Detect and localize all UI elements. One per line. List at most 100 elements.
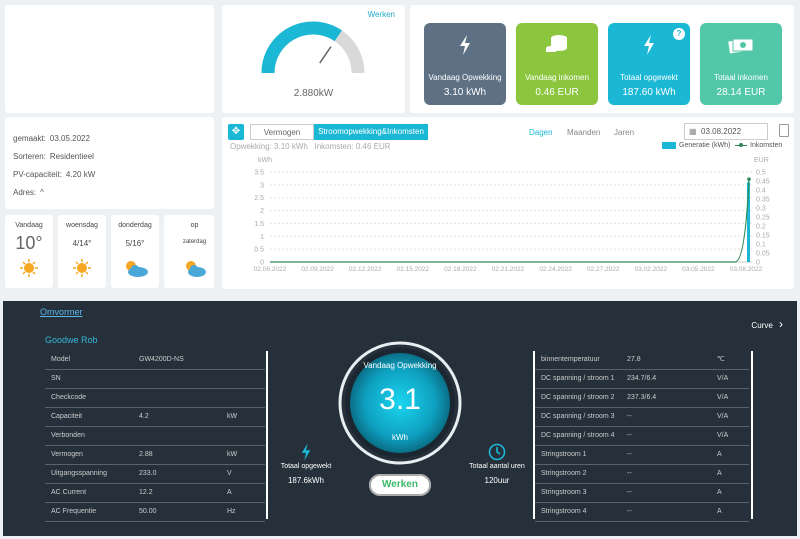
x-tick-label: 02.09.2022 [301, 266, 334, 273]
tab-vermogen[interactable]: Vermogen [250, 124, 314, 140]
param-row: Stringstroom 4 -- A [535, 502, 749, 522]
range-months[interactable]: Maanden [567, 128, 600, 137]
param-row: Vermogen 2.88 kW [45, 445, 265, 465]
curve-button[interactable]: Curve › [751, 317, 783, 331]
param-value: 27.8 [627, 350, 717, 370]
kpi-value: 28.14 EUR [716, 87, 766, 98]
legend-swatch [662, 142, 676, 149]
y-tick-label-left: 0.5 [254, 247, 264, 254]
chevron-right-icon: › [779, 317, 783, 331]
clock-icon [465, 443, 529, 463]
param-label: AC Current [45, 483, 139, 503]
param-value: -- [627, 426, 717, 446]
param-value: 50.00 [139, 502, 227, 522]
divider [266, 351, 268, 519]
param-unit: kW [227, 407, 265, 427]
param-value [139, 426, 227, 446]
lightning-icon [278, 443, 334, 463]
param-unit: V/A [717, 407, 749, 427]
param-row: Stringstroom 3 -- A [535, 483, 749, 503]
param-label: Stringstroom 1 [535, 445, 627, 465]
status-button[interactable]: Werken [369, 474, 431, 496]
gauge-status: Werken [367, 10, 395, 19]
info-row-address: Adres: ^ [13, 187, 44, 197]
gauge-needle [319, 46, 332, 64]
divider [751, 351, 753, 519]
param-row: Verbonden [45, 426, 265, 446]
param-label: Checkcode [45, 388, 139, 408]
y-tick-label-right: 0.4 [756, 188, 766, 195]
kpi-value: 187.60 kWh [622, 87, 676, 98]
param-unit: A [717, 483, 749, 503]
param-row: SN [45, 369, 265, 389]
param-value: 237.3/6.4 [627, 388, 717, 408]
kpi-label: Vandaag Opwekking [428, 73, 502, 82]
info-row-capacity: PV-capaciteit: 4.20 kW [13, 169, 96, 179]
param-row: AC Frequentie 50.00 Hz [45, 502, 265, 522]
param-unit: A [227, 483, 265, 503]
inverter-link[interactable]: Omvormer [40, 307, 83, 317]
kpi-card: Vandaag Opwekking 3.10 kWh Vandaag inkom… [410, 5, 794, 113]
param-label: Capaciteit [45, 407, 139, 427]
param-value: -- [627, 502, 717, 522]
param-unit: Hz [227, 502, 265, 522]
param-value: 233.0 [139, 464, 227, 484]
kpi-value: 3.10 kWh [443, 87, 487, 98]
param-unit: V/A [717, 426, 749, 446]
param-row: AC Current 12.2 A [45, 483, 265, 503]
y-tick-label-left: 2 [260, 208, 264, 215]
param-unit: kW [227, 445, 265, 465]
y-axis-label-left: kWh [258, 157, 272, 164]
cash-icon [700, 33, 782, 57]
x-tick-label: 03.05.2022 [682, 266, 715, 273]
legend-generation: Generatie (kWh) [662, 142, 730, 149]
param-value: 12.2 [139, 483, 227, 503]
calendar-icon: ▦ [689, 127, 697, 136]
param-unit: A [717, 464, 749, 484]
range-years[interactable]: Jaren [614, 128, 634, 137]
param-row: DC spanning / stroom 2 237.3/6.4 V/A [535, 388, 749, 408]
param-value: 234.7/6.4 [627, 369, 717, 389]
param-label: Uitgangsspanning [45, 464, 139, 484]
param-label: Model [45, 350, 139, 370]
tab-production-income[interactable]: Stroomopwekking&Inkomsten [314, 124, 428, 140]
export-icon[interactable] [779, 124, 789, 137]
y-tick-label-right: 0.05 [756, 251, 770, 258]
param-label: DC spanning / stroom 2 [535, 388, 627, 408]
param-row: binnentemperatuur 27.8 ℃ [535, 350, 749, 370]
y-tick-label-left: 1 [260, 234, 264, 241]
expand-icon[interactable]: ✥ [228, 124, 244, 140]
param-value [139, 388, 227, 408]
kpi-label: Totaal opgewekt [620, 73, 678, 82]
inverter-name: Goodwe Rob [45, 335, 98, 345]
y-tick-label-left: 3.5 [254, 170, 264, 177]
date-picker[interactable]: ▦ 03.08.2022 [684, 123, 768, 140]
info-row-type: Sorteren: Residentieel [13, 151, 94, 161]
y-tick-label-right: 0.1 [756, 242, 766, 249]
weather-day: woensdag 4/14° [58, 215, 106, 288]
x-tick-label: 02.18.2022 [444, 266, 477, 273]
plant-info-card: gemaakt: 03.05.2022 Sorteren: Residentieel… [5, 117, 214, 209]
power-gauge-card: Werken 2.880kW [222, 5, 405, 113]
weather-day: donderdag 5/16° [111, 215, 159, 288]
y-tick-label-left: 2.5 [254, 195, 264, 202]
kpi-label: Vandaag inkomen [525, 73, 589, 82]
gauge-power-value: 2.880kW [293, 88, 334, 99]
param-label: DC spanning / stroom 1 [535, 369, 627, 389]
param-label: DC spanning / stroom 3 [535, 407, 627, 427]
x-tick-label: 02.21.2022 [492, 266, 525, 273]
chart-summary: Opwekking: 3.10 kWh Inkomsten: 0.46 EUR [230, 142, 391, 151]
x-tick-label: 02.06.2022 [254, 266, 287, 273]
production-chart-card: 0 0.5 1 1.5 2 2.5 3 3.5 0 0.05 0.1 0.15 0.2 0.25 0.3 0.… [222, 117, 794, 289]
param-row: DC spanning / stroom 1 234.7/6.4 V/A [535, 369, 749, 389]
power-gauge [261, 21, 365, 74]
inverter-panel: Omvormer Curve › Goodwe Rob Model GW4200D… [3, 301, 797, 536]
param-label: binnentemperatuur [535, 350, 627, 370]
param-row: Uitgangsspanning 233.0 V [45, 464, 265, 484]
inverter-params-left: Model GW4200D-NS SN Checkcode Capaciteit 4.2 k… [45, 350, 265, 522]
param-unit [227, 388, 265, 408]
param-value: -- [627, 407, 717, 427]
y-tick-label-right: 0.35 [756, 197, 770, 204]
x-tick-label: 03.08.2022 [730, 266, 763, 273]
range-days[interactable]: Dagen [529, 128, 553, 137]
